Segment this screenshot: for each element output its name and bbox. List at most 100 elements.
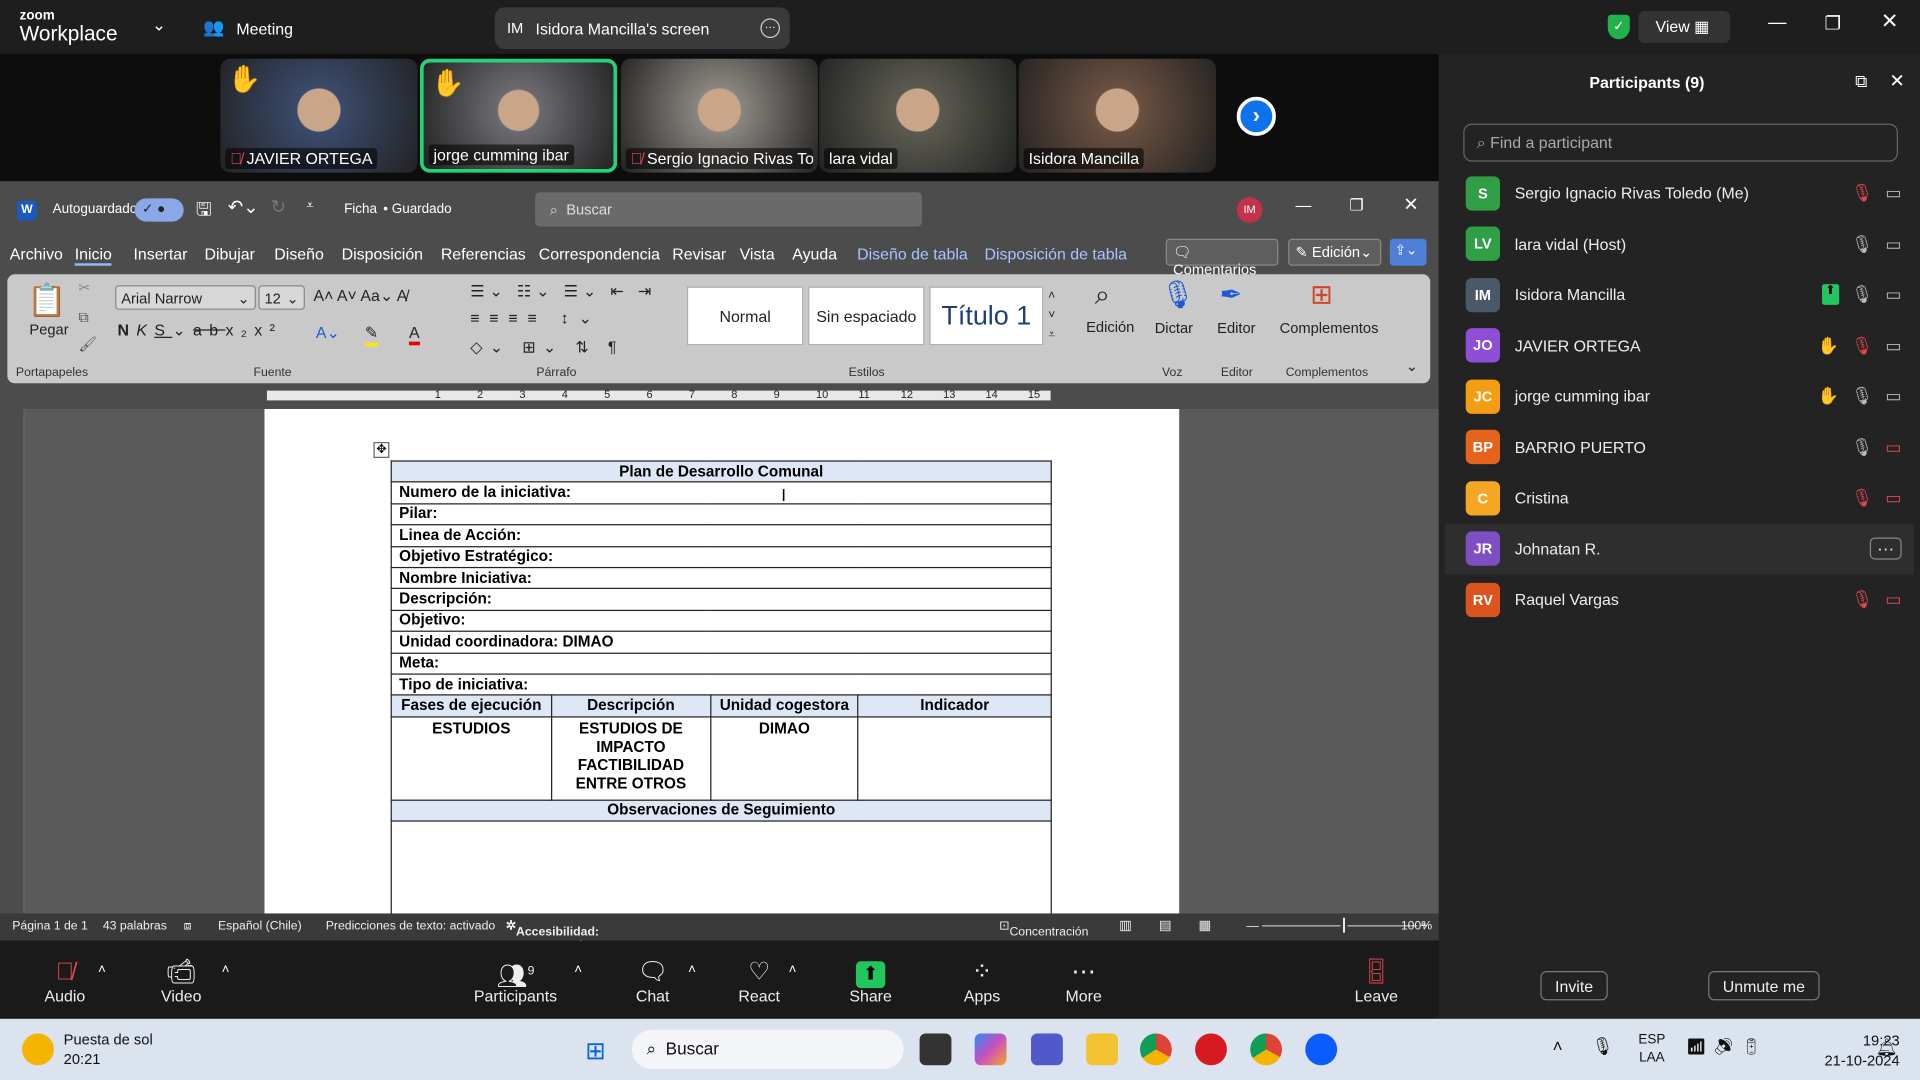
table-cell[interactable]: DIMAO [709, 715, 859, 801]
field-label[interactable]: Objetivo: [390, 609, 1052, 633]
font-size-select[interactable]: 12 ⌄ [258, 285, 305, 310]
view-button[interactable]: View ▦ [1638, 11, 1731, 43]
participant-status-icons[interactable]: 🎙︎ ▭ [1851, 487, 1901, 508]
ribbon-tab[interactable]: Disposición [342, 245, 423, 263]
word-close-icon[interactable]: ✕ [1403, 193, 1418, 216]
more-options-button[interactable]: ··· [1869, 537, 1902, 560]
participant-search-input[interactable]: ⌕ Find a participant [1463, 123, 1898, 162]
field-label[interactable]: Pilar: [390, 502, 1052, 526]
style-title1[interactable]: Título 1 [929, 286, 1044, 346]
participant-status-icons[interactable]: ··· [1869, 537, 1902, 560]
field-label[interactable]: Unidad coordinadora: DIMAO [390, 630, 1052, 654]
participant-row[interactable]: BP BARRIO PUERTO 🎙︎ ▭ [1445, 422, 1914, 472]
grow-font-icon[interactable]: A˄ A˅ Aa⌄ A̸ [313, 287, 407, 307]
microphone-icon[interactable]: 🎙 [1161, 279, 1195, 311]
copilot-icon[interactable] [974, 1033, 1007, 1066]
table-cell[interactable] [857, 715, 1052, 801]
proofing-icon[interactable]: ⧈ [184, 920, 192, 933]
ribbon-tab[interactable]: Correspondencia [539, 245, 660, 263]
word-search-box[interactable]: ⌕ Buscar [535, 192, 923, 227]
document-page[interactable]: ✥ Plan de Desarrollo Comunal Numero de la… [264, 408, 1180, 920]
find-icon[interactable]: ⌕ [1095, 279, 1110, 311]
document-name[interactable]: Ficha [344, 202, 377, 217]
app-icon[interactable] [1195, 1033, 1227, 1066]
word-minimize-icon[interactable]: — [1296, 196, 1312, 214]
meeting-label[interactable]: Meeting [236, 20, 293, 38]
font-color-icon[interactable]: A [408, 323, 420, 346]
tray-mic-icon[interactable]: 🎙︎ [1592, 1036, 1614, 1057]
participant-row[interactable]: LV lara vidal (Host) 🎙︎ ▭ [1445, 219, 1914, 269]
autosave-toggle[interactable]: ✓ ● [134, 198, 184, 222]
ribbon-tab[interactable]: Referencias [441, 245, 526, 263]
participant-status-icons[interactable]: 🎙︎ ▭ [1851, 437, 1901, 458]
chat-button[interactable]: 🗨︎ Chat [610, 958, 696, 1006]
zoom-app-icon[interactable] [1305, 1033, 1338, 1066]
ribbon-tab[interactable]: Disposición de tabla [984, 245, 1126, 263]
sunset-weather-icon[interactable] [22, 1033, 54, 1066]
editor-button[interactable]: Editor [1217, 320, 1255, 337]
weather-title[interactable]: Puesta de sol [64, 1031, 153, 1048]
participant-row[interactable]: C Cristina 🎙︎ ▭ [1445, 473, 1914, 523]
zoom-level[interactable]: 100% [1401, 920, 1432, 933]
wifi-volume-battery-icons[interactable]: 📶︎🔊︎🔋︎ [1686, 1037, 1769, 1057]
input-language[interactable]: ESP LAA [1638, 1031, 1665, 1068]
paste-icon[interactable]: 📋 [27, 282, 67, 320]
format-painter-icon[interactable]: 🖌 [78, 336, 97, 353]
style-normal[interactable]: Normal [686, 286, 804, 346]
font-format-icons[interactable]: NKS⌄abx₂x² [118, 321, 283, 341]
ribbon-tab[interactable]: Diseño de tabla [857, 245, 968, 263]
field-label[interactable]: Descripción: [390, 588, 1052, 611]
table-move-handle-icon[interactable]: ✥ [373, 442, 390, 458]
participant-row[interactable]: JR Johnatan R. ··· [1444, 523, 1914, 574]
audio-options-caret[interactable]: ˄ [98, 962, 106, 977]
ribbon-tab[interactable]: Revisar [672, 245, 726, 263]
share-doc-button[interactable]: ⇪⌄ [1389, 238, 1427, 266]
editor-icon[interactable]: ✒ [1220, 279, 1243, 311]
ribbon-tab[interactable]: Diseño [274, 245, 324, 263]
video-options-caret[interactable]: ˄ [222, 962, 230, 977]
customize-qat-icon[interactable]: ⩡ [306, 198, 314, 214]
ribbon-tab[interactable]: Inicio [74, 245, 112, 266]
column-header[interactable]: Descripción [550, 694, 712, 718]
focus-mode[interactable]: ⊡ Concentración [999, 920, 1088, 940]
field-label[interactable]: Meta: [390, 652, 1052, 675]
leave-button[interactable]: 🚪︎ Leave [1333, 958, 1419, 1006]
ribbon-tab[interactable]: Archivo [10, 245, 63, 263]
highlight-icon[interactable]: ✎ [364, 323, 379, 347]
document-table[interactable]: Plan de Desarrollo Comunal Numero de la i… [390, 460, 1052, 920]
participant-status-icons[interactable]: 🎙︎ ▭ [1851, 233, 1901, 254]
participant-row[interactable]: RV Raquel Vargas 🎙︎ ▭ [1445, 574, 1914, 624]
participant-row[interactable]: JO JAVIER ORTEGA ✋ 🎙︎ ▭ [1445, 320, 1914, 370]
chrome-profile-icon[interactable] [1250, 1033, 1283, 1066]
word-restore-icon[interactable]: ❐ [1349, 196, 1363, 216]
participants-caret[interactable]: ˄ [574, 962, 582, 977]
word-count[interactable]: 43 palabras [103, 920, 167, 933]
participant-row[interactable]: JC jorge cumming ibar ✋ 🎙︎ ▭ [1445, 371, 1914, 421]
popout-icon[interactable]: ⧉ [1855, 71, 1867, 92]
panel-close-icon[interactable]: ✕ [1889, 70, 1904, 92]
invite-button[interactable]: Invite [1540, 971, 1608, 1001]
comments-button[interactable]: 🗨 Comentarios [1165, 238, 1279, 278]
chrome-icon[interactable] [1140, 1033, 1172, 1066]
taskbar-search[interactable]: ⌕ Buscar [631, 1029, 904, 1069]
participant-status-icons[interactable]: 🎙︎ ▭ [1851, 182, 1901, 203]
font-name-select[interactable]: Arial Narrow ⌄ [115, 285, 256, 310]
chat-caret[interactable]: ˄ [688, 962, 696, 977]
shading-border-icons[interactable]: ◇⌄ ⊞⌄ ⇅ ¶ [470, 338, 624, 358]
windows-start-icon[interactable]: ⊞ [585, 1036, 606, 1067]
shield-icon[interactable]: ✓ [1607, 14, 1630, 40]
column-header[interactable]: Fases de ejecución [390, 694, 552, 718]
tray-expand-icon[interactable]: ˄ [1553, 1036, 1563, 1056]
ribbon-tab[interactable]: Vista [740, 245, 775, 263]
video-button[interactable]: 📹︎ Video [138, 958, 224, 1006]
more-icon[interactable]: ··· [760, 18, 781, 38]
editing-button[interactable]: Edición [1086, 318, 1134, 335]
participant-status-icons[interactable]: 🎙︎ ▭ [1851, 589, 1901, 610]
weather-time[interactable]: 20:21 [64, 1051, 101, 1068]
react-caret[interactable]: ˄ [789, 962, 797, 977]
collapse-ribbon-icon[interactable]: ⌄ [1406, 358, 1418, 375]
view-mode-icons[interactable]: ▥▤▦ [1119, 917, 1238, 933]
ribbon-tab[interactable]: Dibujar [204, 245, 254, 263]
addins-icon[interactable]: ⊞ [1310, 279, 1333, 311]
text-effects-icon[interactable]: A⌄ [316, 323, 340, 343]
